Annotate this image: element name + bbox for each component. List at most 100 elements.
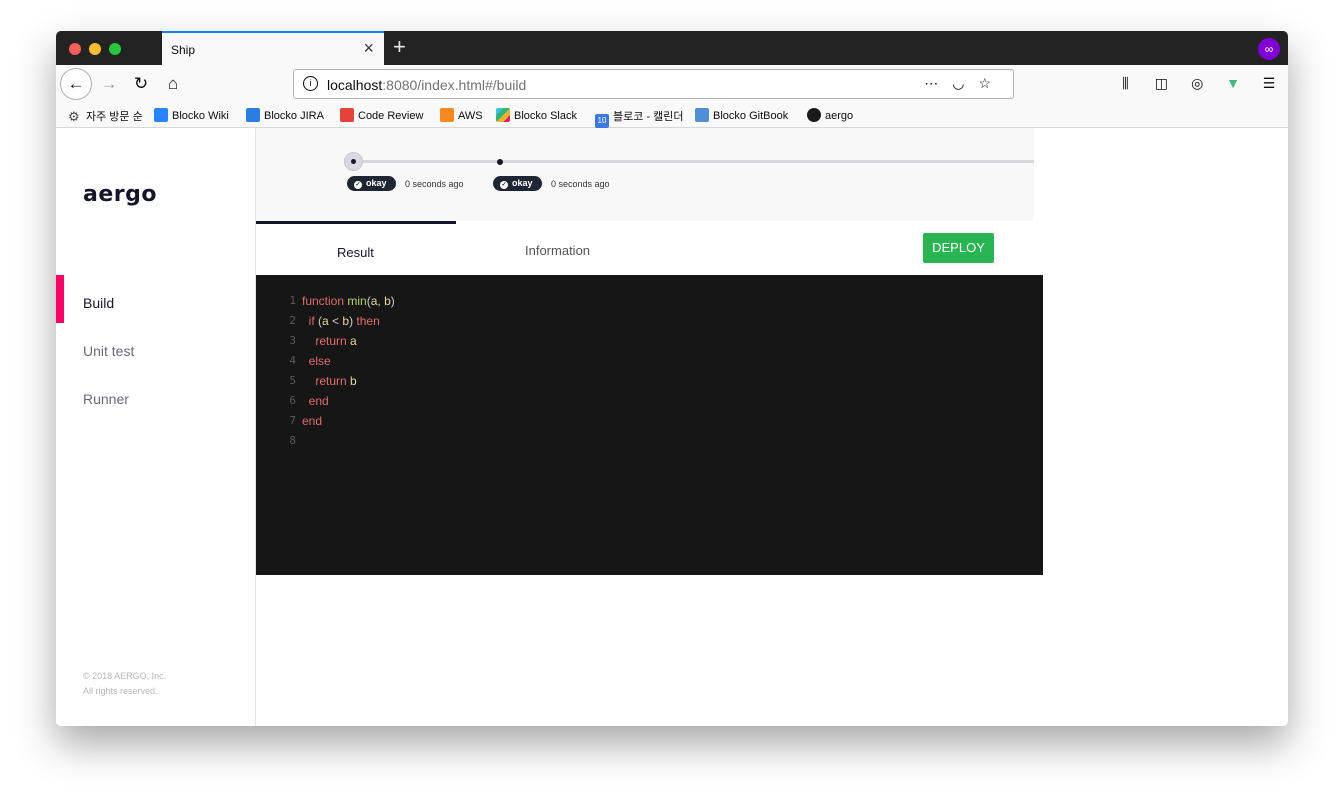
bookmark-aws[interactable]: AWS xyxy=(440,108,483,122)
bookmark-calendar[interactable]: 10 블로코 - 캘린더 xyxy=(595,108,684,128)
browser-window: Ship × + ∞ ← → ↻ ⌂ i localhost:8080/inde… xyxy=(56,31,1288,726)
library-icon[interactable]: ⫼ xyxy=(1116,75,1134,92)
deploy-button[interactable]: DEPLOY xyxy=(923,233,994,263)
gitbook-icon xyxy=(695,108,709,122)
jira-icon xyxy=(246,108,260,122)
code-text: end xyxy=(302,414,323,428)
line-number: 7 xyxy=(289,414,296,427)
bookmark-label: Blocko GitBook xyxy=(713,110,789,122)
url-text[interactable]: localhost:8080/index.html#/build xyxy=(327,77,526,93)
confluence-icon xyxy=(154,108,168,122)
aws-icon xyxy=(440,108,454,122)
sidebar-item-build[interactable]: Build xyxy=(83,295,114,311)
code-text: if (a < b) then xyxy=(302,314,380,328)
line-number: 4 xyxy=(289,354,296,367)
timeline-node[interactable] xyxy=(497,159,503,165)
private-browsing-icon: ∞ xyxy=(1258,38,1280,60)
tab-information[interactable]: Information xyxy=(525,243,590,258)
new-tab-icon[interactable]: + xyxy=(393,34,406,60)
minimize-window-button[interactable] xyxy=(89,43,101,55)
url-path: :8080/index.html#/build xyxy=(382,77,527,93)
sidebar: aergo Build Unit test Runner © 2018 AERG… xyxy=(56,128,256,726)
copyright-line: © 2018 AERGO, Inc. xyxy=(83,671,167,681)
event-time: 0 seconds ago xyxy=(551,179,610,189)
code-text: return a xyxy=(302,334,357,348)
status-label: okay xyxy=(366,178,387,188)
menu-icon[interactable]: ☰ xyxy=(1260,75,1278,92)
main-content: ✓ okay 0 seconds ago ✓ okay 0 seconds ago … xyxy=(256,128,1288,726)
timeline-track xyxy=(354,160,1034,163)
back-arrow-icon[interactable]: ← xyxy=(60,68,92,100)
copyright-footer: © 2018 AERGO, Inc. All rights reserved. xyxy=(83,669,166,699)
reload-icon[interactable]: ↻ xyxy=(126,69,156,99)
line-number: 1 xyxy=(289,294,296,307)
forward-arrow-icon[interactable]: → xyxy=(94,69,124,99)
github-icon xyxy=(807,108,821,122)
bookmark-label: 블로코 - 캘린더 xyxy=(613,111,684,123)
code-text: else xyxy=(302,354,331,368)
code-text: end xyxy=(302,394,329,408)
bookmark-label: aergo xyxy=(825,110,854,122)
navigation-bar: ← → ↻ ⌂ i localhost:8080/index.html#/bui… xyxy=(56,65,1288,103)
pocket-icon[interactable]: ◡ xyxy=(952,75,978,91)
bookmark-blocko-gitbook[interactable]: Blocko GitBook xyxy=(695,108,788,122)
line-number: 6 xyxy=(289,394,296,407)
close-icon[interactable]: × xyxy=(363,38,374,59)
bookmark-aergo[interactable]: aergo xyxy=(807,108,853,122)
result-tabs: Result Information DEPLOY xyxy=(256,221,1034,275)
page-actions: ⋯◡☆ xyxy=(924,75,1005,92)
toolbar-right: ⫼ ◫ ◎ ▼ ☰ xyxy=(1102,75,1278,92)
code-text: function min(a, b) xyxy=(302,294,395,308)
sync-icon[interactable]: ◎ xyxy=(1188,75,1206,92)
code-review-icon xyxy=(340,108,354,122)
bookmark-blocko-slack[interactable]: Blocko Slack xyxy=(496,108,577,122)
event-time: 0 seconds ago xyxy=(405,179,464,189)
bookmark-label: Blocko Wiki xyxy=(172,110,229,122)
url-bar[interactable]: i localhost:8080/index.html#/build ⋯◡☆ xyxy=(293,69,1014,99)
browser-tab[interactable]: Ship × xyxy=(162,31,384,65)
info-icon[interactable]: i xyxy=(303,76,318,91)
aergo-logo[interactable]: aergo xyxy=(83,182,157,207)
vue-devtools-icon[interactable]: ▼ xyxy=(1224,75,1242,91)
status-badge: ✓ okay xyxy=(347,176,396,191)
bookmark-blocko-jira[interactable]: Blocko JIRA xyxy=(246,108,324,122)
sidebar-item-unit-test[interactable]: Unit test xyxy=(83,343,134,359)
bookmark-code-review[interactable]: Code Review xyxy=(340,108,423,122)
build-timeline: ✓ okay 0 seconds ago ✓ okay 0 seconds ago xyxy=(256,128,1034,221)
code-text: return b xyxy=(302,374,357,388)
close-window-button[interactable] xyxy=(69,43,81,55)
title-bar: Ship × + ∞ xyxy=(56,31,1288,65)
line-number: 8 xyxy=(289,434,296,447)
home-icon[interactable]: ⌂ xyxy=(158,69,188,99)
line-number: 5 xyxy=(289,374,296,387)
active-nav-indicator xyxy=(56,275,64,323)
star-icon[interactable]: ☆ xyxy=(978,75,1005,91)
bookmarks-toolbar: ⚙ 자주 방문 순 Blocko Wiki Blocko JIRA Code Re… xyxy=(56,103,1288,128)
sidebar-toggle-icon[interactable]: ◫ xyxy=(1152,75,1170,92)
timeline-node-current[interactable] xyxy=(344,152,363,171)
active-tab-indicator xyxy=(256,221,456,224)
bookmark-label: Blocko JIRA xyxy=(264,110,324,122)
maximize-window-button[interactable] xyxy=(109,43,121,55)
status-badge: ✓ okay xyxy=(493,176,542,191)
bookmark-most-visited[interactable]: ⚙ 자주 방문 순 xyxy=(68,108,143,124)
slack-icon xyxy=(496,108,510,122)
bookmark-label: Blocko Slack xyxy=(514,110,577,122)
rights-line: All rights reserved. xyxy=(83,686,158,696)
more-icon[interactable]: ⋯ xyxy=(924,75,952,91)
check-icon: ✓ xyxy=(500,181,508,189)
calendar-icon: 10 xyxy=(595,114,609,128)
bookmark-label: Code Review xyxy=(358,110,424,122)
url-host: localhost xyxy=(327,77,383,93)
check-icon: ✓ xyxy=(354,181,362,189)
bookmark-label: AWS xyxy=(458,110,483,122)
tab-title: Ship xyxy=(171,43,196,57)
sidebar-item-runner[interactable]: Runner xyxy=(83,391,129,407)
status-label: okay xyxy=(512,178,533,188)
code-editor[interactable]: 1 function min(a, b) 2 if (a < b) then 3 … xyxy=(256,275,1043,575)
line-number: 3 xyxy=(289,334,296,347)
tab-result[interactable]: Result xyxy=(337,245,374,260)
bookmark-blocko-wiki[interactable]: Blocko Wiki xyxy=(154,108,229,122)
line-number: 2 xyxy=(289,314,296,327)
bookmark-label: 자주 방문 순 xyxy=(86,111,143,123)
